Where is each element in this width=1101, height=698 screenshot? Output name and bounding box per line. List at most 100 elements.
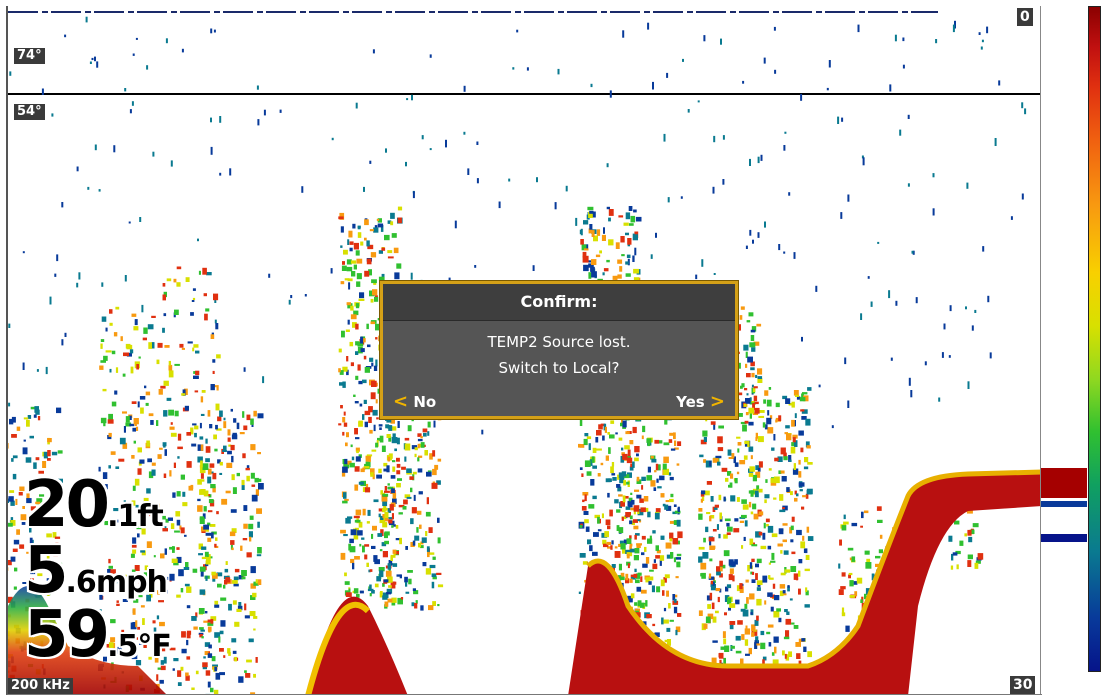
sonar-return-dot [371,545,376,549]
sonar-return-dot [417,457,420,462]
sonar-speck [36,369,39,372]
sonar-return-dot [352,562,355,570]
sonar-return-dot [350,305,354,311]
sonar-return-dot [376,218,380,221]
sonar-return-dot [605,519,611,526]
sonar-return-dot [381,247,386,251]
sonar-return-dot [660,579,665,587]
sonar-return-dot [753,395,758,402]
sonar-return-dot [169,573,175,581]
sonar-return-dot [625,573,629,581]
sonar-speck [987,295,990,303]
sonar-return-dot [378,276,385,281]
sonar-return-dot [47,458,51,461]
sonar-return-dot [776,608,781,612]
sonar-return-dot [203,524,209,530]
sonar-return-dot [745,579,749,583]
sonar-return-dot [642,563,648,568]
sonar-return-dot [751,632,755,637]
sonar-return-dot [656,586,661,593]
sonar-return-dot [421,537,427,543]
sonar-speck [847,194,850,202]
sonar-return-dot [632,233,638,241]
sonar-return-dot [790,446,796,454]
sonar-return-dot [170,523,175,529]
sonar-return-dot [796,653,801,659]
sonar-return-dot [589,545,593,552]
sonar-return-dot [362,379,367,384]
sonar-return-dot [344,458,348,465]
sonar-return-dot [258,483,264,490]
sonar-return-dot [424,450,428,456]
sonar-speck [385,148,387,153]
sonar-return-dot [353,264,357,270]
sonar-speck [749,158,751,166]
sonar-return-dot [366,521,370,524]
sonar-return-dot [397,206,403,211]
sonar-return-dot [432,450,436,457]
sonar-return-dot [378,508,383,512]
sonar-return-dot [782,523,788,526]
sonar-return-dot [622,453,628,460]
sonar-return-dot [385,570,392,577]
sonar-return-dot [772,659,779,664]
sonar-return-dot [967,560,972,567]
sonar-return-dot [120,336,123,342]
sonar-speck [410,272,413,280]
sonar-return-dot [137,447,142,453]
sonar-return-dot [786,433,792,441]
sonar-speck [304,294,307,297]
sonar-return-dot [170,432,177,437]
sonar-return-dot [718,494,722,501]
sonar-return-dot [346,266,353,272]
sonar-return-dot [751,372,755,378]
sonar-return-dot [805,587,808,592]
sonar-return-dot [705,526,709,533]
sonar-return-dot [343,249,348,255]
sonar-return-dot [788,459,792,462]
sonar-return-dot [773,497,777,500]
sonar-return-dot [641,535,646,540]
sonar-return-dot [698,610,703,616]
sonar-return-dot [744,520,748,527]
sonar-return-dot [845,625,850,632]
sonar-return-dot [634,457,639,462]
sonar-return-dot [751,579,756,583]
sonar-return-dot [802,495,807,498]
sonar-return-dot [762,422,766,428]
yes-button[interactable]: Yes > [676,392,725,412]
sonar-return-dot [207,653,213,658]
sonar-return-dot [212,472,217,480]
sonar-return-dot [972,523,979,528]
sonar-return-dot [173,658,179,662]
sonar-speck [980,46,983,50]
sonar-return-dot [754,407,760,414]
sonar-return-dot [417,510,422,515]
sonar-return-dot [635,216,642,222]
sonar-return-dot [342,417,346,423]
sonar-return-dot [30,406,35,410]
depth-scale-bottom: 30 [1010,676,1036,694]
sonar-return-dot [144,385,147,389]
sonar-return-dot [790,491,793,496]
sonar-speck [9,71,12,76]
depth-scale-column [1040,6,1087,694]
sonar-return-dot [640,576,643,582]
sonar-return-dot [227,437,231,442]
sonar-return-dot [175,511,181,517]
sonar-return-dot [414,603,418,609]
sonar-return-dot [727,526,733,532]
sonar-return-dot [234,568,240,573]
sonar-speck [837,116,840,124]
sonar-return-dot [612,477,617,481]
sonar-return-dot [751,347,756,352]
sonar-return-dot [782,507,785,510]
sonar-return-dot [437,458,442,462]
sonar-return-dot [756,587,761,591]
no-button[interactable]: < No [393,392,436,412]
sonar-return-dot [584,433,589,437]
sonar-speck [199,422,202,429]
sonar-return-dot [773,595,780,601]
sonar-return-dot [615,242,620,249]
sonar-return-dot [655,555,660,559]
